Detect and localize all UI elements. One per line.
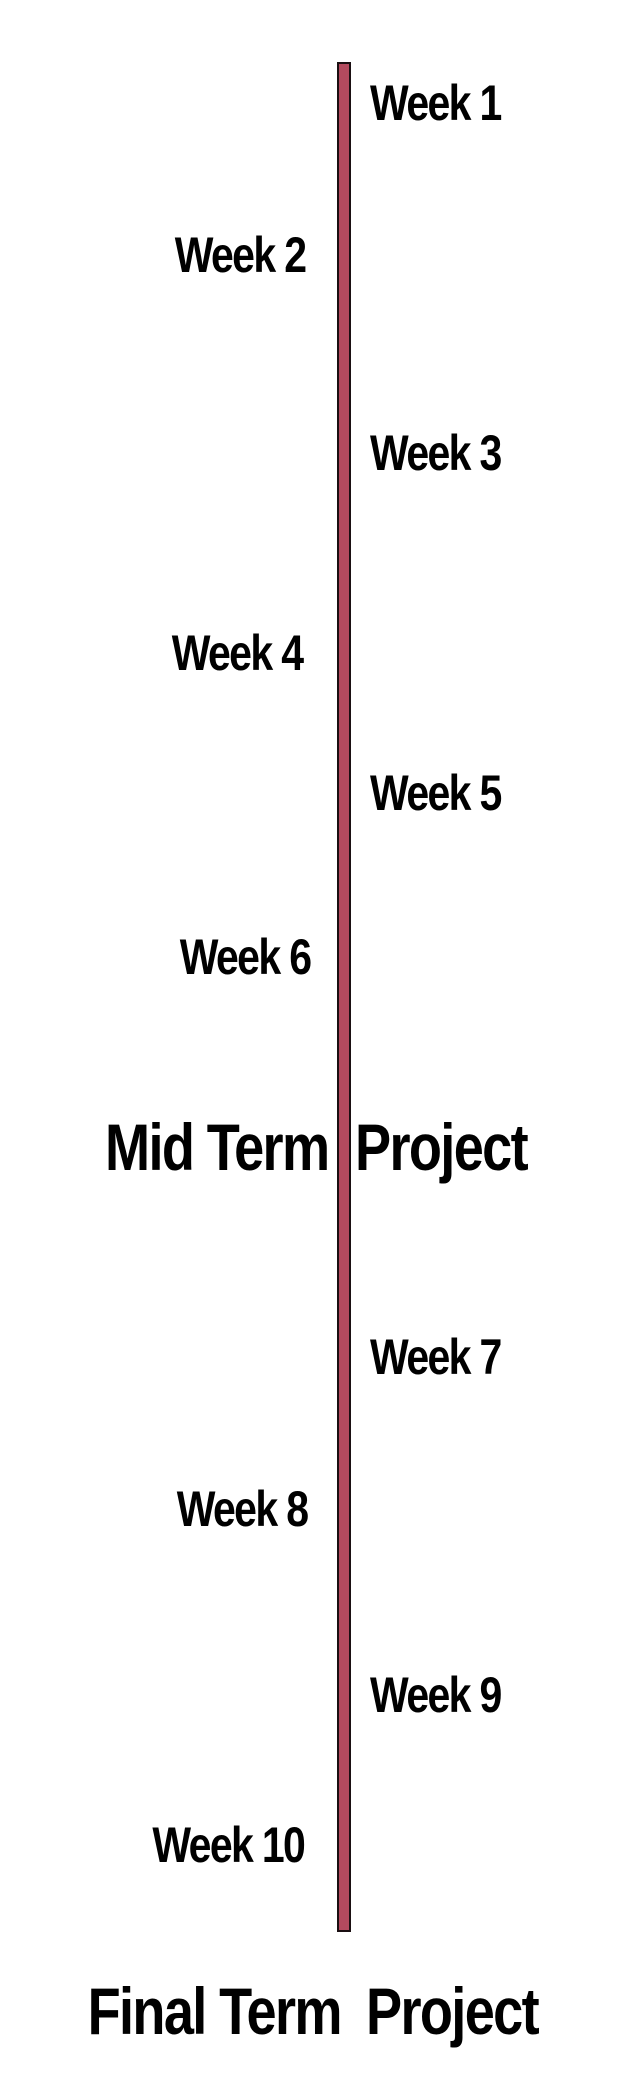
week-7-label: Week 7 bbox=[370, 1329, 502, 1385]
week-2-label: Week 2 bbox=[174, 227, 306, 283]
midterm-project-label: Project bbox=[355, 1110, 529, 1184]
timeline-bar bbox=[337, 62, 351, 1932]
week-10-label: Week 10 bbox=[152, 1817, 306, 1873]
week-5-label: Week 5 bbox=[370, 765, 502, 821]
week-1-label: Week 1 bbox=[370, 75, 502, 131]
week-3-label: Week 3 bbox=[370, 425, 502, 481]
week-4-label: Week 4 bbox=[171, 625, 303, 681]
week-6-label: Week 6 bbox=[179, 929, 311, 985]
week-9-label: Week 9 bbox=[370, 1667, 502, 1723]
midterm-label: Mid Term bbox=[104, 1110, 330, 1184]
week-8-label: Week 8 bbox=[176, 1481, 308, 1537]
final-project-label: Project bbox=[366, 1974, 540, 2048]
final-term-label: Final Term bbox=[87, 1974, 343, 2048]
